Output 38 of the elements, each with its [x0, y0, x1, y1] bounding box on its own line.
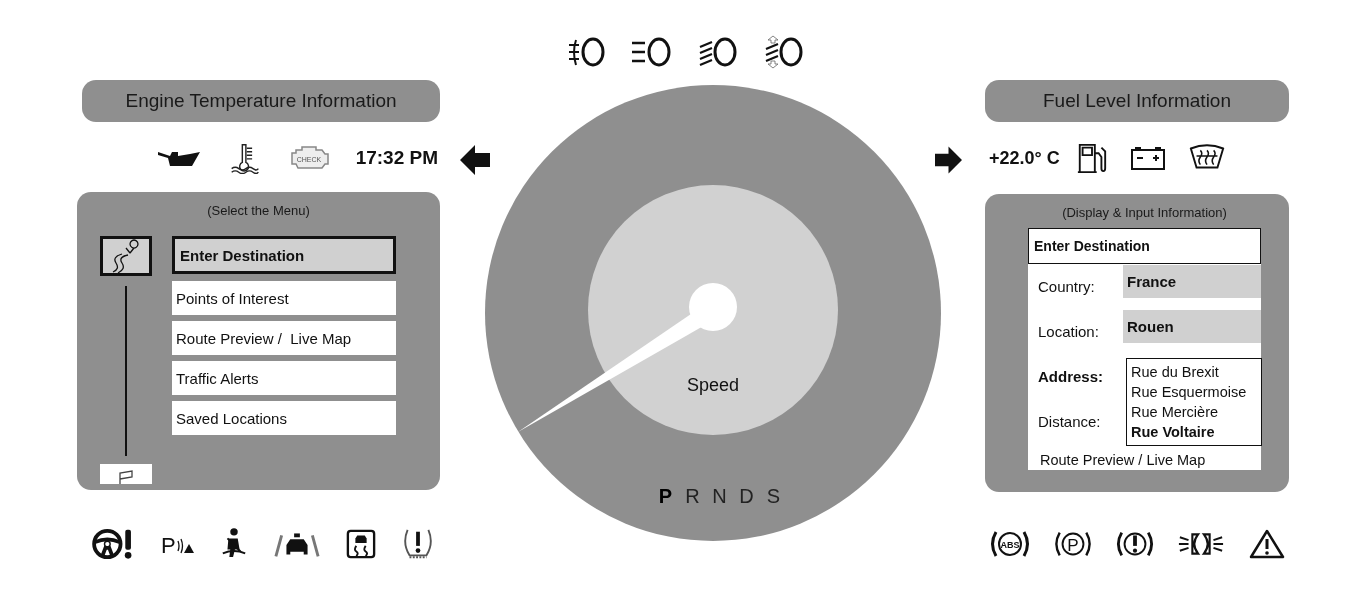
panel-caption: (Select the Menu) [206, 202, 311, 218]
needle-hub [688, 283, 737, 331]
gear-letter: R [684, 485, 701, 507]
menu-item[interactable]: Saved Locations [172, 401, 396, 435]
form-header: Enter Destination [1028, 228, 1261, 264]
gear-letter: S [766, 485, 781, 507]
menu-item[interactable]: Enter Destination [172, 236, 396, 274]
warning-triangle-icon [1249, 527, 1285, 561]
route-preview-link[interactable]: Route Preview / Live Map [1028, 444, 1261, 468]
menu-item[interactable]: Points of Interest [172, 281, 396, 315]
field-label: Distance: [1037, 413, 1102, 430]
outside-temperature: +22.0° C [989, 147, 1060, 169]
gear-letter: N [711, 485, 728, 507]
gear-letter: D [738, 485, 755, 507]
left-turn-arrow-icon [460, 145, 490, 175]
speed-label: Speed [686, 375, 739, 395]
field-label: Location: [1037, 323, 1100, 340]
gear-letter: P [658, 485, 673, 507]
dropdown-option[interactable]: Rue Voltaire [1131, 422, 1257, 442]
field-label: Country: [1037, 278, 1096, 295]
skid-icon [346, 527, 376, 561]
right-turn-arrow-icon [935, 145, 962, 175]
menu-item[interactable]: Traffic Alerts [172, 361, 396, 395]
clock-time: 17:32 PM [355, 147, 438, 169]
field-label: Address: [1037, 368, 1105, 385]
flag-icon[interactable] [100, 464, 152, 484]
dropdown-option[interactable]: Rue Esquermoise [1131, 382, 1257, 402]
dropdown-option[interactable]: Rue du Brexit [1131, 362, 1257, 382]
section-title: Fuel Level Information [985, 80, 1289, 122]
section-title: Engine Temperature Information [82, 80, 440, 122]
panel-caption: (Display & Input Information) [1061, 204, 1228, 220]
dropdown-option[interactable]: Rue Mercière [1131, 402, 1257, 422]
tire-pressure-icon [401, 527, 435, 561]
fuel-pump-icon [1075, 142, 1108, 174]
menu-item[interactable]: Route Preview / Live Map [172, 321, 396, 355]
input-field[interactable]: Rouen [1123, 310, 1261, 343]
route-map-icon[interactable] [100, 236, 152, 276]
input-field[interactable]: France [1123, 265, 1261, 298]
